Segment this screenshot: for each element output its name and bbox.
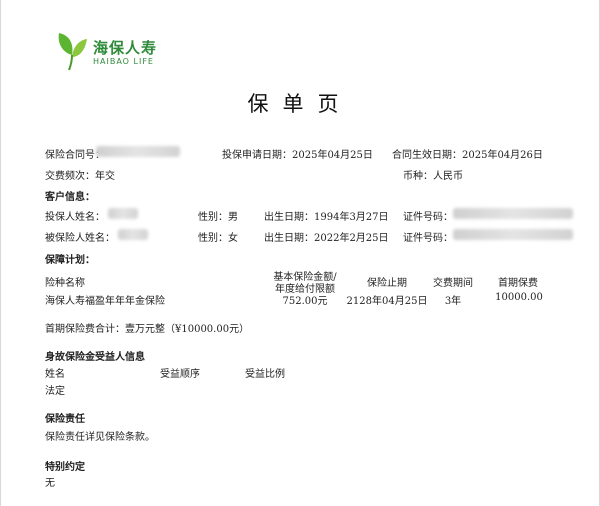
special-heading: 特别约定 <box>45 462 85 473</box>
beneficiary-col-order: 受益顺序 <box>160 369 200 380</box>
coverage-header-name: 险种名称 <box>45 278 85 289</box>
policyholder-name-redacted <box>108 208 138 219</box>
logo-text-en: HAIBAO LIFE <box>93 57 154 66</box>
beneficiary-col-ratio: 受益比例 <box>245 369 285 380</box>
coverage-row-end: 2128年04月25日 <box>346 296 428 307</box>
special-text: 无 <box>45 478 55 489</box>
effective-date: 合同生效日期：2025年04月26日 <box>392 150 543 161</box>
beneficiary-value: 法定 <box>45 386 65 397</box>
insured-name-redacted <box>118 229 148 240</box>
policyholder-name-label: 投保人姓名： <box>45 212 105 223</box>
coverage-header-end: 保险止期 <box>367 278 407 289</box>
logo-text-cn: 海保人寿 <box>93 39 158 57</box>
page-title: 保单页 <box>247 92 353 116</box>
coverage-heading: 保障计划： <box>45 255 95 266</box>
coverage-header-term: 交费期间 <box>433 278 473 289</box>
coverage-header-premium: 首期保费 <box>498 278 538 289</box>
liability-text: 保险责任详见保险条款。 <box>45 432 155 443</box>
insured-id-redacted <box>453 229 573 240</box>
coverage-row-term: 3年 <box>444 296 462 307</box>
leaf-logo-icon <box>58 33 87 71</box>
policyholder-gender: 性别：男 <box>198 212 238 223</box>
beneficiary-heading: 身故保险金受益人信息 <box>45 352 145 363</box>
payment-frequency: 交费频次：年交 <box>45 171 115 182</box>
insured-name-label: 被保险人姓名： <box>45 233 115 244</box>
currency: 币种：人民币 <box>403 171 463 182</box>
coverage-row-premium: 10000.00 <box>495 292 543 303</box>
insured-id-label: 证件号码： <box>403 233 453 244</box>
customer-heading: 客户信息： <box>45 192 95 203</box>
policy-page: 海保人寿 HAIBAO LIFE 保单页 保险合同号： 投保申请日期：2025年… <box>0 0 600 506</box>
liability-heading: 保险责任 <box>45 414 85 425</box>
policyholder-birth: 出生日期：1994年3月27日 <box>264 212 389 223</box>
insured-birth: 出生日期：2022年2月25日 <box>264 233 389 244</box>
first-premium-total: 首期保险费合计：壹万元整（¥10000.00元） <box>45 324 250 335</box>
company-logo: 海保人寿 HAIBAO LIFE <box>55 31 175 73</box>
page-edge-left <box>0 0 1 506</box>
policyholder-id-redacted <box>453 208 573 219</box>
apply-date: 投保申请日期：2025年04月25日 <box>222 150 373 161</box>
policyholder-id-label: 证件号码： <box>403 212 453 223</box>
insured-gender: 性别：女 <box>198 233 238 244</box>
contract-number-redacted <box>96 146 180 157</box>
coverage-row-amount: 752.00元 <box>282 296 328 307</box>
coverage-row-name: 海保人寿福盈年年年金保险 <box>45 296 165 307</box>
beneficiary-col-name: 姓名 <box>45 369 65 380</box>
